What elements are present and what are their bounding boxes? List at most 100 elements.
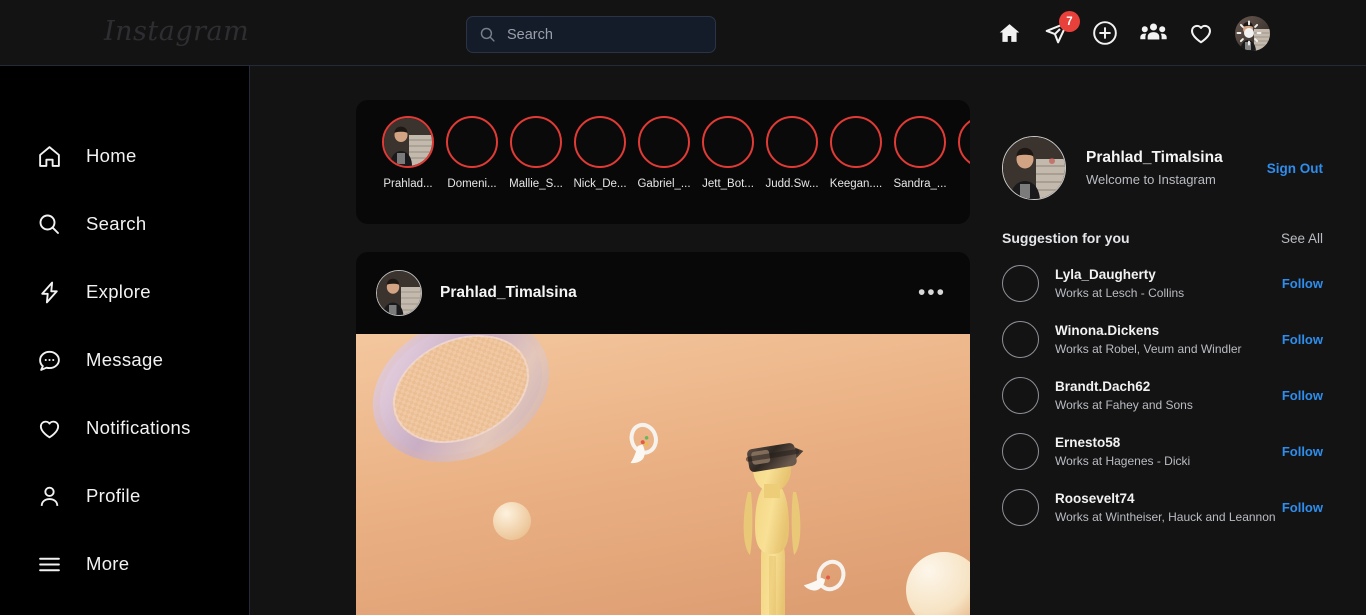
- story-avatar: [766, 116, 818, 168]
- story-name: Gabriel_...: [637, 178, 691, 190]
- story-item[interactable]: Nick_De...: [568, 116, 632, 190]
- sidebar-item-home[interactable]: Home: [0, 122, 249, 190]
- suggestion-info: Winona.Dickens Works at Robel, Veum and …: [1055, 323, 1242, 356]
- story-avatar: [958, 116, 970, 168]
- hamburger-icon: [36, 551, 62, 577]
- suggestion-info: Ernesto58 Works at Hagenes - Dicki: [1055, 435, 1190, 468]
- right-sidebar: Prahlad_Timalsina Welcome to Instagram S…: [1002, 66, 1366, 615]
- post-username[interactable]: Prahlad_Timalsina: [440, 284, 577, 302]
- chat-bubble-icon: [36, 347, 62, 373]
- follow-button[interactable]: Follow: [1282, 444, 1323, 459]
- suggestion-work: Works at Hagenes - Dicki: [1055, 454, 1191, 468]
- heart-icon[interactable]: [1187, 19, 1215, 47]
- suggestion-work: Works at Lesch - Collins: [1055, 286, 1185, 300]
- feed-post: Prahlad_Timalsina •••: [356, 252, 970, 615]
- story-item[interactable]: Keegan....: [824, 116, 888, 190]
- message-badge: 7: [1059, 11, 1080, 32]
- story-name: Judd.Sw...: [765, 178, 819, 190]
- follow-button[interactable]: Follow: [1282, 388, 1323, 403]
- follow-button[interactable]: Follow: [1282, 276, 1323, 291]
- avatar[interactable]: [1002, 136, 1066, 200]
- post-menu-icon[interactable]: •••: [918, 282, 946, 303]
- story-name: Keegan....: [829, 178, 883, 190]
- sidebar-item-notifications[interactable]: Notifications: [0, 394, 249, 462]
- story-avatar: [510, 116, 562, 168]
- sidebar-item-search[interactable]: Search: [0, 190, 249, 258]
- sidebar-item-label: Profile: [86, 485, 141, 506]
- story-avatar: [702, 116, 754, 168]
- top-header: Instagram 7: [0, 0, 1366, 66]
- sidebar-item-label: Search: [86, 213, 147, 234]
- heart-icon: [36, 415, 62, 441]
- sidebar-item-label: Notifications: [86, 417, 191, 438]
- story-item[interactable]: A...: [952, 116, 970, 190]
- plus-circle-icon[interactable]: [1091, 19, 1119, 47]
- sidebar-item-label: More: [86, 553, 130, 574]
- suggestion-name[interactable]: Winona.Dickens: [1055, 323, 1242, 338]
- suggestion-name[interactable]: Ernesto58: [1055, 435, 1190, 450]
- welcome-text: Welcome to Instagram: [1086, 172, 1216, 187]
- avatar[interactable]: [1002, 377, 1039, 414]
- suggestion-name[interactable]: Brandt.Dach62: [1055, 379, 1193, 394]
- story-name: Jett_Bot...: [702, 178, 754, 190]
- story-item[interactable]: Gabriel_...: [632, 116, 696, 190]
- avatar[interactable]: [1002, 489, 1039, 526]
- suggestion-work: Works at Fahey and Sons: [1055, 398, 1193, 412]
- sidebar-item-explore[interactable]: Explore: [0, 258, 249, 326]
- story-name: Domeni...: [447, 178, 497, 190]
- suggestion-name[interactable]: Roosevelt74: [1055, 491, 1276, 506]
- story-name: Mallie_S...: [509, 178, 563, 190]
- post-image[interactable]: [356, 334, 970, 615]
- sidebar-item-more[interactable]: More: [0, 530, 249, 598]
- instagram-app: Instagram 7: [0, 0, 1366, 615]
- story-item[interactable]: Sandra_...: [888, 116, 952, 190]
- story-item[interactable]: Domeni...: [440, 116, 504, 190]
- story-avatar: [830, 116, 882, 168]
- people-group-icon[interactable]: [1139, 19, 1167, 47]
- instagram-logo[interactable]: Instagram: [104, 16, 249, 47]
- story-avatar: [446, 116, 498, 168]
- story-item[interactable]: Prahlad...: [376, 116, 440, 190]
- suggestion-work: Works at Wintheiser, Hauck and Leannon: [1055, 510, 1276, 524]
- direct-share-icon[interactable]: 7: [1043, 11, 1080, 47]
- story-name: Sandra_...: [893, 178, 947, 190]
- search-icon: [36, 211, 62, 237]
- avatar[interactable]: [1002, 433, 1039, 470]
- current-user-card: Prahlad_Timalsina Welcome to Instagram S…: [1002, 66, 1366, 200]
- suggestion-info: Roosevelt74 Works at Wintheiser, Hauck a…: [1055, 491, 1276, 524]
- follow-button[interactable]: Follow: [1282, 500, 1323, 515]
- suggestion-name[interactable]: Lyla_Daugherty: [1055, 267, 1184, 282]
- avatar[interactable]: [376, 270, 422, 316]
- avatar[interactable]: [1002, 265, 1039, 302]
- story-item[interactable]: Judd.Sw...: [760, 116, 824, 190]
- suggestion-item: Ernesto58 Works at Hagenes - Dicki Follo…: [1002, 433, 1366, 470]
- suggestion-work: Works at Robel, Veum and Windler: [1055, 342, 1242, 356]
- story-item[interactable]: Mallie_S...: [504, 116, 568, 190]
- story-name: A...: [952, 178, 970, 190]
- search-icon: [480, 27, 495, 42]
- suggestion-item: Roosevelt74 Works at Wintheiser, Hauck a…: [1002, 489, 1366, 526]
- suggestion-item: Lyla_Daugherty Works at Lesch - Collins …: [1002, 265, 1366, 302]
- sun-icon[interactable]: [1236, 20, 1262, 46]
- home-icon[interactable]: [995, 19, 1023, 47]
- person-icon: [36, 483, 62, 509]
- stories-tray: Prahlad... Domeni... Mallie_S... Nick_De…: [356, 100, 970, 224]
- follow-button[interactable]: Follow: [1282, 332, 1323, 347]
- home-icon: [36, 143, 62, 169]
- stories-strip[interactable]: Prahlad... Domeni... Mallie_S... Nick_De…: [356, 100, 970, 190]
- sidebar-item-label: Explore: [86, 281, 151, 302]
- left-sidebar: Home Search Explore Message Notification…: [0, 66, 250, 615]
- sign-out-button[interactable]: Sign Out: [1267, 161, 1323, 176]
- sidebar-item-message[interactable]: Message: [0, 326, 249, 394]
- search-input[interactable]: [507, 26, 687, 43]
- sidebar-item-profile[interactable]: Profile: [0, 462, 249, 530]
- see-all-link[interactable]: See All: [1281, 231, 1323, 246]
- story-avatar: [894, 116, 946, 168]
- story-avatar: [574, 116, 626, 168]
- story-item[interactable]: Jett_Bot...: [696, 116, 760, 190]
- search-box[interactable]: [466, 16, 716, 53]
- avatar[interactable]: [1002, 321, 1039, 358]
- header-icon-group: 7: [995, 0, 1270, 66]
- suggestions-title: Suggestion for you: [1002, 230, 1130, 246]
- suggestion-item: Winona.Dickens Works at Robel, Veum and …: [1002, 321, 1366, 358]
